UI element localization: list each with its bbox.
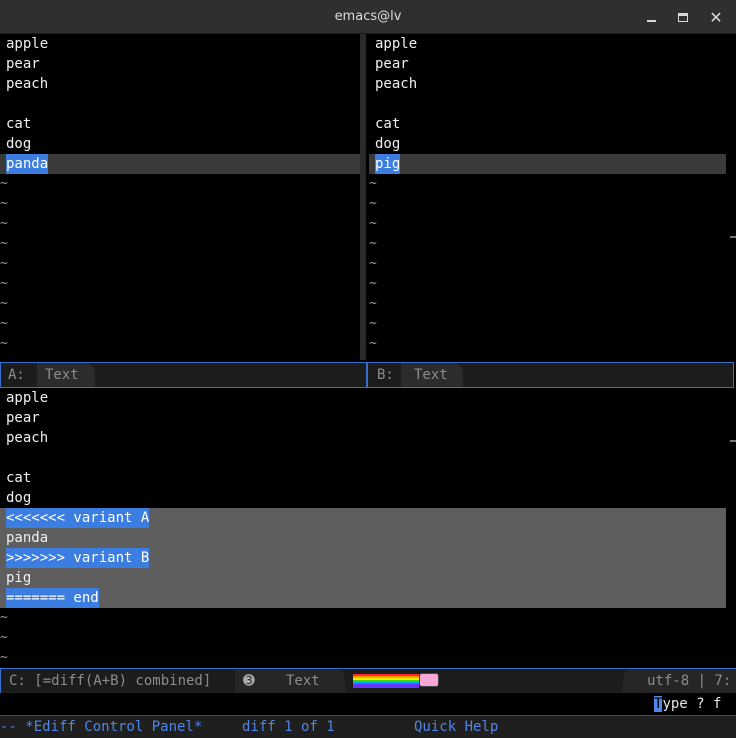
modeline-encoding[interactable]: utf-8 | 7: (647, 669, 731, 693)
diff-line-selected: panda (6, 154, 49, 174)
ediff-control-panel-modeline[interactable]: -- *Ediff Control Panel* diff 1 of 1 Qui… (0, 715, 736, 738)
buffer-line: dog (6, 490, 32, 506)
tilde-marker: ~ (369, 296, 377, 311)
tilde-marker: ~ (0, 336, 8, 351)
tilde-marker: ~ (0, 610, 8, 625)
buffer-line: peach (375, 76, 418, 92)
control-panel-name: -- *Ediff Control Panel* (0, 719, 203, 735)
buffer-line: cat (6, 116, 32, 132)
buffer-line: cat (6, 470, 32, 486)
conflict-content-a: panda (6, 530, 49, 546)
buffer-line: cat (375, 116, 401, 132)
maximize-button[interactable] (674, 8, 692, 26)
conflict-content-b: pig (6, 570, 32, 586)
buffer-line: pear (6, 410, 40, 426)
tilde-marker: ~ (369, 216, 377, 231)
conflict-marker-end: ======= end (6, 588, 99, 608)
buffer-line: dog (375, 136, 401, 152)
minimize-button[interactable] (642, 8, 660, 26)
tilde-marker: ~ (369, 176, 377, 191)
modeline-buffer-label: C: [=diff(A+B) combined] (9, 673, 212, 689)
window-number-badge: ➌ (243, 673, 255, 689)
tilde-marker: ~ (0, 316, 8, 331)
buffer-line: apple (6, 36, 49, 52)
conflict-marker-a: <<<<<<< variant A (6, 508, 150, 528)
tilde-marker: ~ (0, 276, 8, 291)
buffer-line: apple (375, 36, 418, 52)
buffer-a-window[interactable]: apple pear peach cat dog panda ~ ~ ~ ~ ~ ~ ~ ~ ~ (0, 34, 360, 360)
buffer-line: peach (6, 430, 49, 446)
tilde-marker: ~ (0, 216, 8, 231)
tilde-marker: ~ (0, 256, 8, 271)
diff-line-selected: pig (375, 154, 401, 174)
title-bar: emacs@lv ✕ (0, 0, 736, 34)
modeline-buffer-tag: A: (8, 367, 25, 383)
echo-hint-text: ype ? f (662, 696, 722, 712)
close-button[interactable]: ✕ (707, 7, 725, 27)
vertical-divider[interactable] (360, 34, 366, 360)
tilde-marker: ~ (0, 196, 8, 211)
buffer-c-window[interactable]: apple pear peach cat dog <<<<<<< variant… (0, 388, 726, 668)
window-title: emacs@lv (334, 9, 402, 24)
tilde-marker: ~ (0, 630, 8, 645)
tilde-marker: ~ (0, 236, 8, 251)
buffer-line: pear (6, 56, 40, 72)
tilde-marker: ~ (0, 176, 8, 191)
nyan-rainbow-icon (353, 674, 419, 688)
tilde-marker: ~ (0, 650, 8, 665)
fringe-marker (730, 440, 736, 442)
quick-help-link[interactable]: Quick Help (414, 716, 498, 738)
conflict-marker-b: >>>>>>> variant B (6, 548, 150, 568)
nyan-cat-icon (419, 673, 439, 687)
minimize-icon (646, 20, 656, 22)
buffer-line: peach (6, 76, 49, 92)
echo-area[interactable]: Type ? f (0, 693, 736, 715)
echo-hint: Type ? f (654, 693, 721, 715)
diff-status: diff 1 of 1 (242, 719, 335, 735)
buffer-line: apple (6, 390, 49, 406)
fringe-marker (730, 236, 736, 238)
buffer-line: dog (6, 136, 32, 152)
tilde-marker: ~ (369, 276, 377, 291)
diff-highlight-band (369, 154, 726, 174)
modeline-major-mode[interactable]: Text (414, 363, 448, 387)
diff-highlight-band (0, 154, 360, 174)
buffer-line: pear (375, 56, 409, 72)
maximize-icon (678, 12, 688, 22)
modeline-b[interactable]: B: Text (367, 362, 734, 388)
modeline-a[interactable]: A: Text (0, 362, 367, 388)
modeline-major-mode[interactable]: Text (286, 669, 320, 693)
tilde-marker: ~ (369, 196, 377, 211)
close-icon: ✕ (709, 7, 723, 27)
tilde-marker: ~ (0, 296, 8, 311)
buffer-b-window[interactable]: apple pear peach cat dog pig ~ ~ ~ ~ ~ ~ ~ ~ ~ (369, 34, 726, 360)
tilde-marker: ~ (369, 236, 377, 251)
modeline-major-mode[interactable]: Text (45, 363, 79, 387)
modeline-buffer-tag: B: (377, 367, 394, 383)
tilde-marker: ~ (369, 316, 377, 331)
tilde-marker: ~ (369, 256, 377, 271)
modeline-c[interactable]: C: [=diff(A+B) combined] ➌ Text utf-8 | … (0, 668, 736, 694)
tilde-marker: ~ (369, 336, 377, 351)
